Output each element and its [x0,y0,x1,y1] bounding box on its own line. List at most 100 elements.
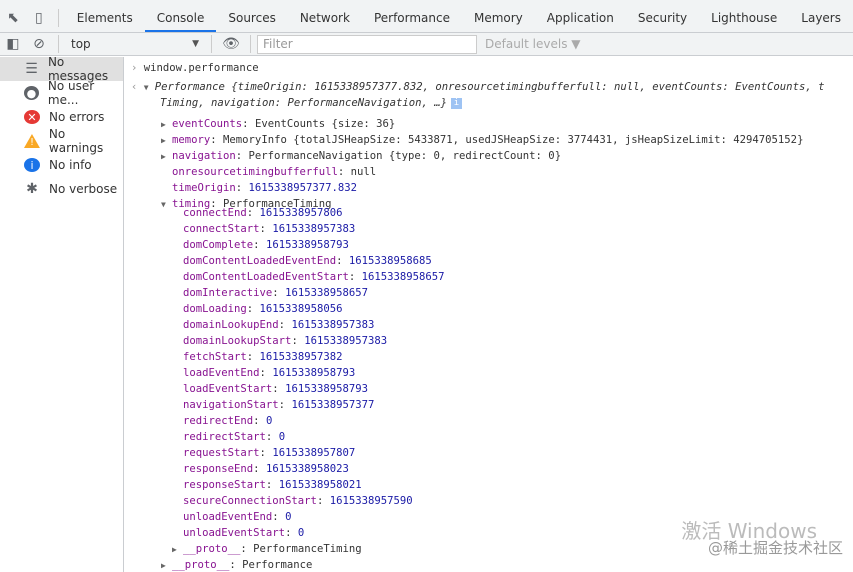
inspect-element-icon[interactable]: ⬉ [0,4,26,32]
tab-sources[interactable]: Sources [216,4,287,32]
sidebar-toggle-icon[interactable]: ◧ [0,30,26,58]
colon: : [348,271,362,283]
sidebar-item-warning[interactable]: ! No warnings [0,127,123,155]
tab-security[interactable]: Security [626,4,699,32]
timing-key: loadEventStart [183,383,273,395]
live-expression-eye-icon[interactable]: 👁 [218,30,244,58]
tab-console[interactable]: Console [144,4,217,32]
error-icon: ✕ [24,110,40,124]
timing-row: loadEventStart: 1615338958793 [183,381,368,397]
timing-row: domainLookupEnd: 1615338957383 [183,317,374,333]
property-key: timeOrigin [172,182,236,194]
timing-row: connectEnd: 1615338957806 [183,205,342,221]
timing-value: 1615338958793 [265,239,349,251]
colon: : [272,511,286,523]
tab-network[interactable]: Network [288,4,362,32]
timing-key: domComplete [183,239,254,251]
timing-value: 0 [297,527,305,539]
device-toolbar-icon[interactable]: ▯ [26,4,52,32]
timing-proto-row[interactable]: ▶ __proto__: PerformanceTiming [172,541,362,557]
tab-memory[interactable]: Memory [462,4,535,32]
bug-icon: ✱ [26,181,38,197]
console-sidebar: ☰ No messages ● No user me... ✕ No errors! No … [0,55,124,572]
timing-key: unloadEventEnd [183,511,273,523]
timing-key: domainLookupStart [183,335,292,347]
property-row[interactable]: ▶ navigation: PerformanceNavigation {type… [161,148,561,164]
devtools-tabbar: ⬉ ▯ Elements Console Sources Network Perform… [0,4,853,33]
timing-value: 1615338958056 [259,303,343,315]
proto-key: __proto__ [183,543,241,555]
property-value: null [350,166,377,178]
timing-row: responseEnd: 1615338958023 [183,461,349,477]
tab-application[interactable]: Application [535,4,626,32]
timing-key: domInteractive [183,287,273,299]
timing-value: 1615338957590 [329,495,413,507]
proto-key: __proto__ [172,559,230,571]
colon: : [246,207,260,219]
collapse-triangle-icon: ▼ [161,200,166,209]
timing-value: 1615338958657 [285,287,368,299]
sidebar-item-bug[interactable]: ✱ No verbose [0,177,123,201]
prompt-chevron-icon: › [131,62,144,74]
sidebar-item-error[interactable]: ✕ No errors [0,105,123,129]
colon: : [259,223,273,235]
sidebar-item-label: No verbose [49,182,118,196]
colon: : [235,182,249,194]
colon: : [242,118,255,130]
proto-value: PerformanceTiming [253,543,362,555]
colon: : [253,415,266,427]
console-output: › window.performance ‹ ▼ Performance {time… [125,57,853,572]
result-summary-line[interactable]: ‹ ▼ Performance {timeOrigin: 161533895737… [131,79,824,95]
colon: : [316,495,330,507]
context-select[interactable]: top ▼ [65,34,205,54]
colon: : [229,559,243,571]
tab-performance[interactable]: Performance [362,4,462,32]
timing-row: unloadEventEnd: 0 [183,509,291,525]
expand-triangle-icon: ▶ [161,120,166,129]
filter-input[interactable]: Filter [257,34,477,54]
timing-value: 1615338958793 [285,383,368,395]
property-row[interactable]: ▶ memory: MemoryInfo {totalJSHeapSize: 54… [161,132,803,148]
timing-row: redirectEnd: 0 [183,413,272,429]
timing-value: 1615338957383 [304,335,388,347]
input-expression: window.performance [143,62,259,74]
property-row[interactable]: ▶ eventCounts: EventCounts {size: 36} [161,116,395,132]
colon: : [265,479,279,491]
timing-key: redirectEnd [183,415,254,427]
timing-key: navigationStart [183,399,279,411]
sidebar-item-user[interactable]: ● No user me... [0,79,123,107]
result-summary-line-2: Timing, navigation: PerformanceNavigatio… [160,95,463,111]
tab-lighthouse[interactable]: Lighthouse [699,4,789,32]
timing-key: connectStart [183,223,260,235]
colon: : [253,239,266,251]
timing-key: fetchStart [183,351,247,363]
colon: : [291,335,305,347]
property-key: eventCounts [172,118,243,130]
colon: : [336,255,349,267]
timing-row: connectStart: 1615338957383 [183,221,355,237]
log-levels-dropdown[interactable]: Default levels ▼ [485,37,581,51]
tab-elements[interactable]: Elements [65,4,145,32]
timing-key: requestStart [183,447,260,459]
timing-value: 0 [265,415,273,427]
timing-value: 1615338958023 [265,463,349,475]
sidebar-item-info[interactable]: i No info [0,153,123,177]
colon: : [235,150,249,162]
timing-row: domContentLoadedEventEnd: 1615338958685 [183,253,432,269]
info-icon: i [451,97,463,109]
property-value: 1615338957377.832 [248,182,357,194]
property-row: onresourcetimingbufferfull: null [161,164,376,180]
colon: : [210,134,224,146]
expand-triangle-icon: ▼ [143,83,149,92]
colon: : [278,319,292,331]
property-value: MemoryInfo {totalJSHeapSize: 5433871, us… [223,134,804,146]
clear-console-icon[interactable]: ⊘ [26,30,52,58]
sidebar-item-list[interactable]: ☰ No messages [0,55,123,83]
proto-value: Performance [242,559,313,571]
proto-row[interactable]: ▶ __proto__: Performance [161,557,312,572]
tab-layers[interactable]: Layers [789,4,853,32]
timing-key: domContentLoadedEventEnd [183,255,337,267]
timing-value: 1615338957377 [291,399,375,411]
timing-key: loadEventEnd [183,367,260,379]
colon: : [240,543,254,555]
